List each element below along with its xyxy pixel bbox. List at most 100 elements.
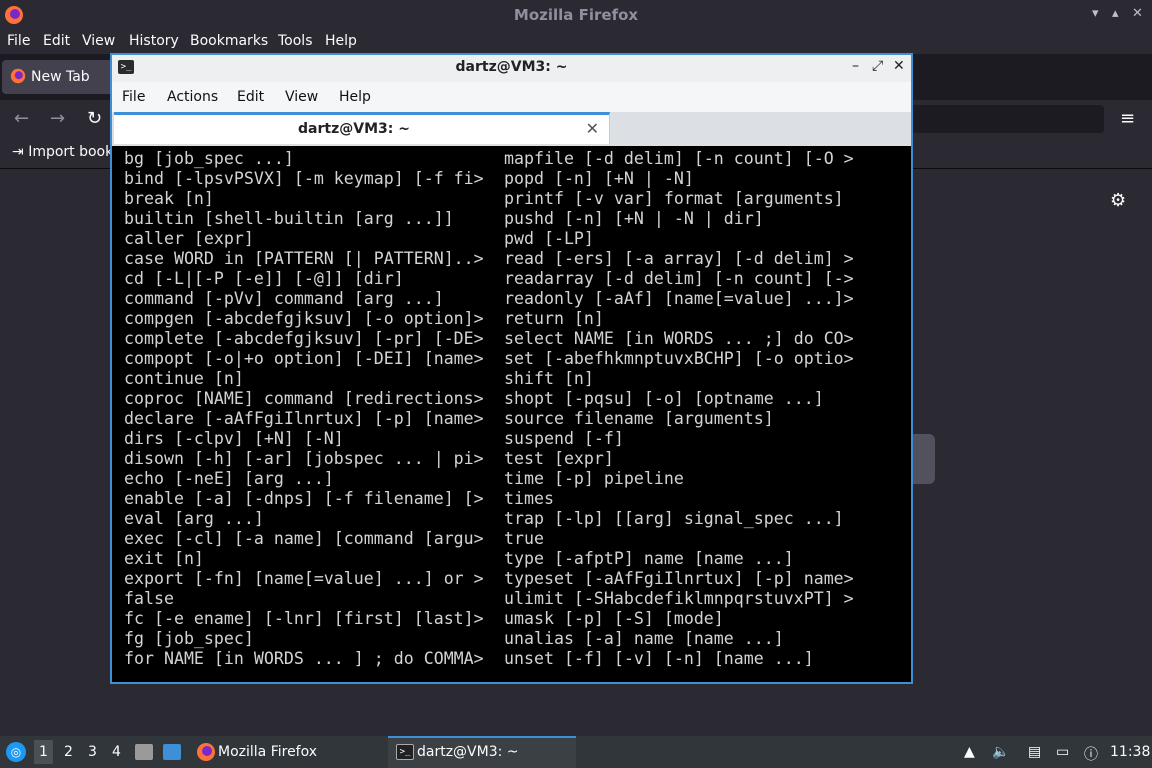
terminal-line: coproc [NAME] command [redirections> (124, 389, 484, 408)
terminal-taskbar-icon: >_ (396, 744, 414, 760)
terminal-titlebar: >_ dartz@VM3: ~ – ⤢ ✕ (112, 55, 911, 82)
updates-icon[interactable]: ▲ (964, 744, 975, 760)
import-bookmarks-button[interactable]: ⇥ Import book (12, 144, 113, 160)
import-icon: ⇥ (12, 144, 24, 160)
terminal-output[interactable]: bg [job_spec ...] bind [-lpsvPSVX] [-m ke… (124, 149, 909, 679)
workspace-4[interactable]: 4 (112, 744, 121, 760)
tab-new-tab[interactable]: New Tab (2, 60, 114, 94)
menu-history[interactable]: History (129, 33, 179, 49)
show-desktop-icon[interactable] (163, 744, 181, 760)
terminal-line: unalias [-a] name [name ...] (504, 629, 784, 648)
menu-view[interactable]: View (82, 33, 115, 49)
terminal-line: declare [-aAfFgiIlnrtux] [-p] [name> (124, 409, 484, 428)
terminal-output-right-column: mapfile [-d delim] [-n count] [-O > popd … (504, 149, 854, 669)
terminal-line: type [-afptP] name [name ...] (504, 549, 794, 568)
gear-icon[interactable]: ⚙ (1110, 190, 1126, 211)
terminal-tab[interactable]: dartz@VM3: ~ ✕ (114, 112, 610, 144)
workspace-2[interactable]: 2 (64, 744, 73, 760)
terminal-line: dirs [-clpv] [+N] [-N] (124, 429, 344, 448)
terminal-line: pwd [-LP] (504, 229, 594, 248)
menu-view[interactable]: View (285, 89, 318, 105)
terminal-menubar: File Actions Edit View Help (112, 82, 911, 112)
app-launcher-icon[interactable]: ◎ (6, 742, 26, 762)
terminal-line: umask [-p] [-S] [mode] (504, 609, 724, 628)
taskbar: ◎ 1 2 3 4 Mozilla Firefox >_ dartz@VM3: … (0, 736, 1152, 768)
terminal-line: break [n] (124, 189, 214, 208)
terminal-line: complete [-abcdefgjksuv] [-pr] [-DE> (124, 329, 484, 348)
terminal-line: disown [-h] [-ar] [jobspec ... | pi> (124, 449, 484, 468)
notifications-icon[interactable]: ⓘ (1084, 744, 1098, 764)
terminal-line: readarray [-d delim] [-n count] [-> (504, 269, 854, 288)
terminal-line: caller [expr] (124, 229, 254, 248)
reload-icon[interactable]: ↻ (87, 108, 102, 129)
terminal-line: exec [-cl] [-a name] [command [argu> (124, 529, 484, 548)
firefox-menubar: File Edit View History Bookmarks Tools H… (0, 30, 1152, 54)
terminal-line: read [-ers] [-a array] [-d delim] > (504, 249, 854, 268)
terminal-line: fg [job_spec] (124, 629, 254, 648)
terminal-line: for NAME [in WORDS ... ] ; do COMMA> (124, 649, 484, 668)
network-icon[interactable]: ▭ (1056, 744, 1069, 760)
file-manager-icon[interactable] (135, 744, 153, 760)
terminal-line: pushd [-n] [+N | -N | dir] (504, 209, 764, 228)
close-icon[interactable]: ✕ (893, 58, 905, 74)
clipboard-icon[interactable]: ▤ (1028, 744, 1041, 760)
terminal-line: test [expr] (504, 449, 614, 468)
hamburger-menu-icon[interactable]: ≡ (1120, 108, 1135, 129)
terminal-line: mapfile [-d delim] [-n count] [-O > (504, 149, 854, 168)
terminal-line: exit [n] (124, 549, 204, 568)
terminal-line: shift [n] (504, 369, 594, 388)
firefox-taskbar-icon (197, 743, 215, 761)
taskbar-terminal-label: dartz@VM3: ~ (417, 744, 519, 760)
menu-file[interactable]: File (7, 33, 30, 49)
terminal-line: times (504, 489, 554, 508)
terminal-line: enable [-a] [-dnps] [-f filename] [> (124, 489, 484, 508)
terminal-title: dartz@VM3: ~ (455, 59, 568, 75)
maximize-icon[interactable]: ▴ (1112, 6, 1119, 21)
clock: 11:38 (1110, 744, 1151, 760)
url-bar[interactable] (906, 105, 1104, 133)
menu-help[interactable]: Help (325, 33, 357, 49)
tab-close-icon[interactable]: ✕ (586, 119, 599, 138)
terminal-line: true (504, 529, 544, 548)
close-icon[interactable]: ✕ (1132, 6, 1143, 21)
import-bookmarks-label: Import book (28, 144, 114, 160)
terminal-line: return [n] (504, 309, 604, 328)
terminal-line: echo [-neE] [arg ...] (124, 469, 334, 488)
menu-tools[interactable]: Tools (278, 33, 313, 49)
terminal-line: readonly [-aAf] [name[=value] ...]> (504, 289, 854, 308)
terminal-line: false (124, 589, 174, 608)
forward-arrow-icon[interactable]: → (50, 108, 65, 129)
menu-edit[interactable]: Edit (237, 89, 264, 105)
terminal-line: case WORD in [PATTERN [| PATTERN]..> (124, 249, 484, 268)
terminal-line: trap [-lp] [[arg] signal_spec ...] (504, 509, 844, 528)
workspace-3[interactable]: 3 (88, 744, 97, 760)
menu-bookmarks[interactable]: Bookmarks (190, 33, 268, 49)
firefox-tab-icon (10, 68, 26, 84)
terminal-line: bind [-lpsvPSVX] [-m keymap] [-f fi> (124, 169, 484, 188)
terminal-window: >_ dartz@VM3: ~ – ⤢ ✕ File Actions Edit … (110, 53, 913, 684)
volume-icon[interactable]: 🔈 (992, 744, 1009, 760)
firefox-titlebar: Mozilla Firefox ▾ ▴ ✕ (0, 0, 1152, 30)
menu-edit[interactable]: Edit (43, 33, 70, 49)
workspace-1[interactable]: 1 (34, 740, 53, 764)
terminal-line: eval [arg ...] (124, 509, 264, 528)
menu-actions[interactable]: Actions (167, 89, 218, 105)
menu-file[interactable]: File (122, 89, 145, 105)
window-title: Mozilla Firefox (513, 6, 639, 24)
terminal-line: builtin [shell-builtin [arg ...]] (124, 209, 454, 228)
restore-icon[interactable]: ⤢ (872, 58, 883, 74)
terminal-line: export [-fn] [name[=value] ...] or > (124, 569, 484, 588)
terminal-line: set [-abefhkmnptuvxBCHP] [-o optio> (504, 349, 854, 368)
minimize-icon[interactable]: ▾ (1092, 6, 1099, 21)
terminal-line: ulimit [-SHabcdefiklmnpqrstuvxPT] > (504, 589, 854, 608)
menu-help[interactable]: Help (339, 89, 371, 105)
terminal-line: unset [-f] [-v] [-n] [name ...] (504, 649, 814, 668)
terminal-tabbar: dartz@VM3: ~ ✕ (112, 112, 911, 146)
minimize-icon[interactable]: – (852, 58, 859, 74)
back-arrow-icon[interactable]: ← (14, 108, 29, 129)
terminal-line: compopt [-o|+o option] [-DEI] [name> (124, 349, 484, 368)
terminal-line: compgen [-abcdefgjksuv] [-o option]> (124, 309, 484, 328)
taskbar-terminal[interactable]: >_ dartz@VM3: ~ (388, 736, 576, 768)
terminal-tab-label: dartz@VM3: ~ (298, 121, 410, 137)
terminal-line: printf [-v var] format [arguments] (504, 189, 844, 208)
